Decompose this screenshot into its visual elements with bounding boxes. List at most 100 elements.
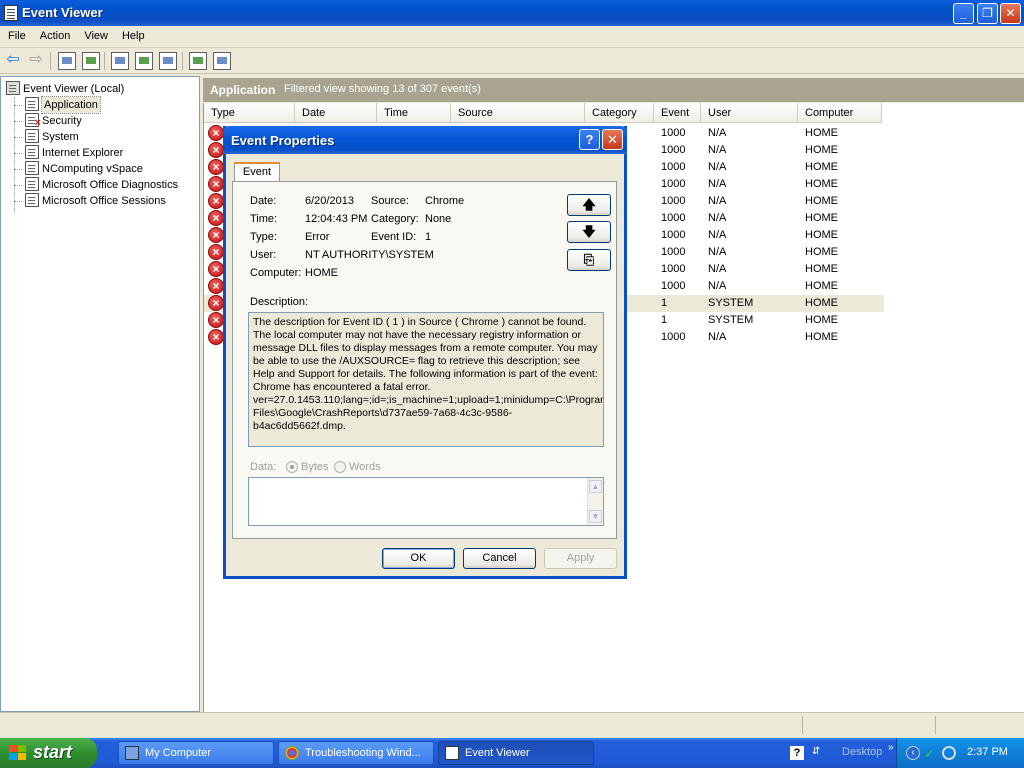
event-cell: 1000	[661, 195, 686, 207]
menu-file[interactable]: File	[0, 26, 32, 42]
tree-item-label: NComputing vSpace	[42, 163, 143, 175]
ok-button[interactable]: OK	[382, 548, 455, 569]
tree-item-office-sessions[interactable]: Microsoft Office Sessions	[25, 193, 166, 209]
data-box[interactable]: ▲ ▼	[248, 477, 604, 526]
user-cell: N/A	[708, 212, 727, 224]
previous-event-button[interactable]: 🡅	[567, 194, 611, 216]
task-my-computer[interactable]: My Computer	[118, 741, 274, 765]
computer-cell: HOME	[805, 161, 838, 173]
chevron-icon[interactable]: »	[888, 742, 894, 753]
tree-item-office-diagnostics[interactable]: Microsoft Office Diagnostics	[25, 177, 178, 193]
status-bar	[0, 712, 1024, 736]
column-category[interactable]: Category	[585, 103, 654, 123]
computer-cell: HOME	[805, 280, 838, 292]
description-text[interactable]: The description for Event ID ( 1 ) in So…	[248, 312, 604, 447]
user-cell: SYSTEM	[708, 297, 754, 309]
user-cell: N/A	[708, 331, 727, 343]
clock[interactable]: 2:37 PM	[967, 746, 1008, 758]
show-hide-tree-icon[interactable]	[82, 52, 100, 70]
menu-help[interactable]: Help	[114, 26, 151, 42]
back-arrow-icon[interactable]: ⇦	[4, 52, 22, 70]
tree-item-label: Event Viewer (Local)	[23, 83, 125, 95]
column-user[interactable]: User	[701, 103, 798, 123]
column-event[interactable]: Event	[654, 103, 701, 123]
event-cell: 1000	[661, 229, 686, 241]
event-viewer-app-icon[interactable]	[4, 5, 18, 21]
menu-view[interactable]: View	[76, 26, 114, 42]
dialog-title: Event Properties	[231, 133, 335, 148]
forward-arrow-icon[interactable]: ⇨	[27, 52, 45, 70]
status-separator	[935, 716, 936, 734]
bytes-radio[interactable]	[286, 461, 298, 473]
tree-item-application[interactable]: Application	[25, 96, 101, 114]
computer-cell: HOME	[805, 297, 838, 309]
tree-item-label: Microsoft Office Diagnostics	[42, 179, 179, 191]
cancel-button[interactable]: Cancel	[463, 548, 536, 569]
task-event-viewer[interactable]: Event Viewer	[438, 741, 594, 765]
words-radio[interactable]	[334, 461, 346, 473]
user-value: NT AUTHORITY\SYSTEM	[305, 249, 434, 261]
menu-action[interactable]: Action	[32, 26, 77, 42]
computer-cell: HOME	[805, 246, 838, 258]
task-troubleshooting-windows[interactable]: Troubleshooting Wind...	[278, 741, 434, 765]
data-scrollbar[interactable]: ▲ ▼	[587, 478, 603, 525]
tab-event[interactable]: Event	[234, 162, 280, 182]
minimize-button[interactable]: _	[953, 3, 974, 24]
properties-icon[interactable]	[111, 52, 129, 70]
scroll-down-icon[interactable]: ▼	[589, 510, 602, 523]
network-tray-icon[interactable]: ⇵	[812, 746, 822, 760]
log-icon	[25, 145, 39, 159]
close-button[interactable]: ✕	[1000, 3, 1021, 24]
help-tray-icon[interactable]: ?	[790, 746, 804, 760]
desktop-toolbar-label[interactable]: Desktop	[842, 746, 882, 758]
column-type[interactable]: Type	[204, 103, 295, 123]
speaker-tray-icon[interactable]	[942, 746, 956, 760]
restore-button[interactable]: ❐	[977, 3, 998, 24]
error-icon: ×	[208, 193, 224, 209]
event-properties-dialog[interactable]: Event Properties ? ✕ Event Date: 6/20/20…	[223, 126, 627, 579]
tree-item-label: Application	[41, 96, 101, 114]
tree-item-internet-explorer[interactable]: Internet Explorer	[25, 145, 123, 161]
dialog-help-button[interactable]: ?	[579, 129, 600, 150]
up-one-level-icon[interactable]	[58, 52, 76, 70]
refresh-icon[interactable]	[135, 52, 153, 70]
toolbar-separator	[104, 52, 105, 70]
scroll-up-icon[interactable]: ▲	[589, 480, 602, 493]
tree-item-ncomputing-vspace[interactable]: NComputing vSpace	[25, 161, 143, 177]
toolbar: ⇦ ⇨	[0, 48, 1024, 74]
apply-button[interactable]: Apply	[544, 548, 617, 569]
column-date[interactable]: Date	[295, 103, 377, 123]
down-arrow-icon: 🡇	[582, 224, 596, 239]
help-icon[interactable]	[189, 52, 207, 70]
next-event-button[interactable]: 🡇	[567, 221, 611, 243]
user-cell: N/A	[708, 229, 727, 241]
column-source[interactable]: Source	[451, 103, 585, 123]
window-titlebar[interactable]: Event Viewer _ ❐ ✕	[0, 0, 1024, 26]
dialog-titlebar[interactable]: Event Properties ? ✕	[223, 126, 627, 154]
checkmark-tray-icon[interactable]: ✓	[924, 746, 938, 761]
bytes-radio-label: Bytes	[301, 461, 329, 473]
computer-cell: HOME	[805, 195, 838, 207]
tree-pane[interactable]: Event Viewer (Local) Application Securit…	[0, 76, 200, 712]
tree-item-system[interactable]: System	[25, 129, 79, 145]
pane-header: Application Filtered view showing 13 of …	[203, 78, 1024, 102]
start-button[interactable]: start	[0, 738, 97, 768]
column-time[interactable]: Time	[377, 103, 451, 123]
tree-connector	[14, 105, 22, 106]
computer-cell: HOME	[805, 314, 838, 326]
user-cell: N/A	[708, 127, 727, 139]
event-cell: 1000	[661, 331, 686, 343]
export-list-icon[interactable]	[159, 52, 177, 70]
tree-root-event-viewer[interactable]: Event Viewer (Local)	[6, 81, 124, 97]
dialog-close-button[interactable]: ✕	[602, 129, 623, 150]
computer-cell: HOME	[805, 178, 838, 190]
computer-value: HOME	[305, 267, 338, 279]
computer-cell: HOME	[805, 331, 838, 343]
tray-back-icon[interactable]: ‹	[906, 746, 920, 760]
user-cell: N/A	[708, 178, 727, 190]
show-hide-action-pane-icon[interactable]	[213, 52, 231, 70]
status-separator	[802, 716, 803, 734]
copy-event-button[interactable]: ⎘	[567, 249, 611, 271]
column-computer[interactable]: Computer	[798, 103, 882, 123]
tree-item-security[interactable]: Security	[25, 113, 82, 131]
